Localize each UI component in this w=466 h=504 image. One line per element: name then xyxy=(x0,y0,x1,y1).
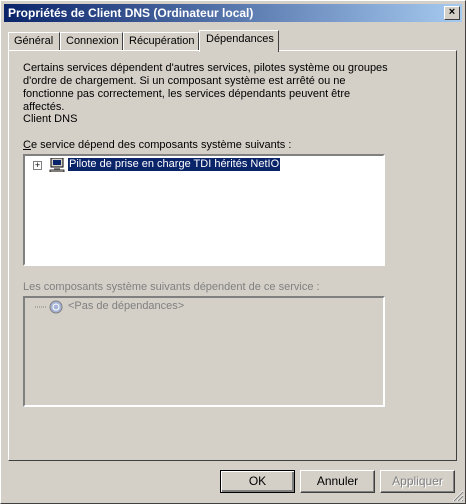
tree-item-label: <Pas de dépendances> xyxy=(68,300,185,312)
title-bar[interactable]: Propriétés de Client DNS (Ordinateur loc… xyxy=(4,4,462,22)
service-name: Client DNS xyxy=(23,113,78,125)
window-title: Propriétés de Client DNS (Ordinateur loc… xyxy=(8,6,254,20)
depends-on-label: Ce service dépend des composants système… xyxy=(23,139,291,151)
dependents-tree[interactable]: <Pas de dépendances> xyxy=(23,296,385,407)
expand-icon[interactable]: + xyxy=(33,161,42,170)
tab-general[interactable]: Général xyxy=(8,32,60,51)
apply-button[interactable]: Appliquer xyxy=(380,470,455,493)
depends-on-label-text: e service dépend des composants système … xyxy=(30,139,292,151)
cancel-button[interactable]: Annuler xyxy=(300,470,375,493)
dependents-label: Les composants système suivants dépenden… xyxy=(23,281,320,293)
depends-on-tree[interactable]: + Pilote de prise en charge TDI hérités … xyxy=(23,154,385,266)
close-icon: × xyxy=(448,6,456,18)
resize-grip-icon[interactable] xyxy=(452,490,464,502)
computer-icon xyxy=(49,158,65,172)
tab-connexion[interactable]: Connexion xyxy=(60,32,123,51)
tree-item-label[interactable]: Pilote de prise en charge TDI hérités Ne… xyxy=(66,157,282,172)
ok-button[interactable]: OK xyxy=(220,470,295,493)
depends-on-label-accesskey: C xyxy=(23,139,31,151)
no-dependency-icon xyxy=(35,300,63,314)
close-button[interactable]: × xyxy=(444,6,460,20)
description-text: Certains services dépendent d'autres ser… xyxy=(23,62,388,113)
tab-dependances[interactable]: Dépendances xyxy=(199,30,279,52)
tab-recuperation[interactable]: Récupération xyxy=(123,32,199,51)
